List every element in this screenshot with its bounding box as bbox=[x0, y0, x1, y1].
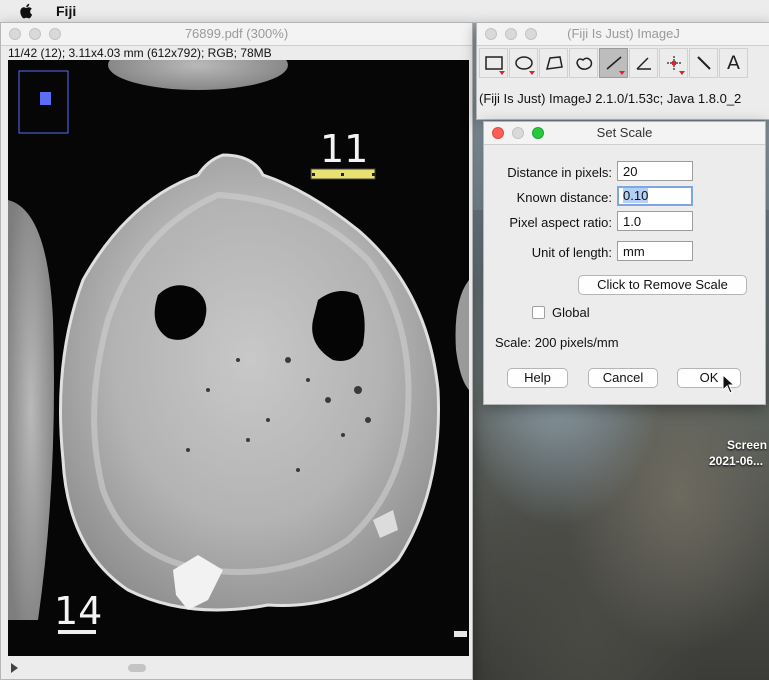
help-button[interactable]: Help bbox=[507, 368, 568, 388]
global-checkbox[interactable] bbox=[532, 306, 545, 319]
text-tool-icon[interactable]: A bbox=[719, 48, 748, 78]
set-scale-dialog: Set Scale Distance in pixels: 20 Known d… bbox=[483, 121, 766, 405]
line-tool-icon[interactable] bbox=[599, 48, 628, 78]
freehand-tool-icon[interactable] bbox=[569, 48, 598, 78]
scale-readout: Scale: 200 pixels/mm bbox=[495, 335, 619, 350]
distance-label: Distance in pixels: bbox=[507, 165, 612, 180]
desktop-file-label[interactable]: Screen bbox=[727, 438, 767, 452]
minimize-button[interactable] bbox=[29, 28, 41, 40]
point-tool-icon[interactable] bbox=[659, 48, 688, 78]
text-tool-glyph: A bbox=[727, 52, 740, 74]
window-controls bbox=[485, 28, 537, 40]
global-label: Global bbox=[552, 305, 590, 320]
apple-menu-icon[interactable] bbox=[20, 3, 34, 19]
cancel-button[interactable]: Cancel bbox=[588, 368, 658, 388]
distance-value: 20 bbox=[623, 164, 638, 179]
image-window-title: 76899.pdf (300%) bbox=[184, 26, 289, 41]
specimen-image bbox=[8, 60, 469, 656]
distance-in-pixels-field[interactable]: 20 bbox=[617, 161, 693, 181]
image-window-titlebar[interactable]: 76899.pdf (300%) bbox=[1, 23, 472, 46]
rectangle-tool-icon[interactable] bbox=[479, 48, 508, 78]
angle-tool-icon[interactable] bbox=[629, 48, 658, 78]
window-controls bbox=[492, 127, 544, 139]
aspect-ratio-label: Pixel aspect ratio: bbox=[509, 215, 612, 230]
menu-bar: Fiji bbox=[0, 0, 769, 23]
unit-of-length-field[interactable]: mm bbox=[617, 241, 693, 261]
zoom-button[interactable] bbox=[49, 28, 61, 40]
close-button[interactable] bbox=[492, 127, 504, 139]
window-controls bbox=[9, 28, 61, 40]
known-distance-label: Known distance: bbox=[516, 190, 612, 205]
polygon-tool-icon[interactable] bbox=[539, 48, 568, 78]
aspect-ratio-value: 1.0 bbox=[623, 214, 642, 229]
image-info-bar: 11/42 (12); 3.11x4.03 mm (612x792); RGB;… bbox=[1, 46, 472, 61]
wand-tool-icon[interactable] bbox=[689, 48, 718, 78]
zoom-button[interactable] bbox=[525, 28, 537, 40]
minimize-button[interactable] bbox=[505, 28, 517, 40]
dialog-titlebar[interactable]: Set Scale bbox=[484, 122, 765, 145]
pixel-aspect-ratio-field[interactable]: 1.0 bbox=[617, 211, 693, 231]
desktop-file-date[interactable]: 2021-06... bbox=[709, 454, 763, 468]
tool-palette: A bbox=[477, 46, 769, 78]
app-menu-fiji[interactable]: Fiji bbox=[56, 3, 76, 19]
specimen-label-top: 11 bbox=[320, 127, 369, 171]
imagej-window-title: (Fiji Is Just) ImageJ bbox=[567, 26, 680, 41]
imagej-titlebar[interactable]: (Fiji Is Just) ImageJ bbox=[477, 23, 769, 46]
unit-label: Unit of length: bbox=[531, 245, 612, 260]
close-button[interactable] bbox=[485, 28, 497, 40]
mouse-pointer-icon bbox=[722, 374, 736, 394]
image-canvas[interactable]: 11 14 bbox=[8, 60, 469, 656]
unit-value: mm bbox=[623, 244, 645, 259]
horizontal-scrollbar[interactable] bbox=[8, 661, 469, 675]
known-distance-field[interactable]: 0.10 bbox=[617, 186, 693, 206]
zoom-button[interactable] bbox=[532, 127, 544, 139]
specimen-label-bottom: 14 bbox=[54, 589, 103, 633]
imagej-toolbar-window: (Fiji Is Just) ImageJ A (Fiji Is Just) I… bbox=[476, 22, 769, 120]
remove-scale-button[interactable]: Click to Remove Scale bbox=[578, 275, 747, 295]
scroll-left-icon[interactable] bbox=[11, 663, 18, 673]
scroll-thumb[interactable] bbox=[128, 664, 146, 672]
oval-tool-icon[interactable] bbox=[509, 48, 538, 78]
known-distance-value: 0.10 bbox=[623, 188, 649, 203]
minimize-button[interactable] bbox=[512, 127, 524, 139]
image-window: 76899.pdf (300%) 11/42 (12); 3.11x4.03 m… bbox=[0, 22, 473, 680]
imagej-status-bar: (Fiji Is Just) ImageJ 2.1.0/1.53c; Java … bbox=[479, 91, 742, 106]
close-button[interactable] bbox=[9, 28, 21, 40]
dialog-title: Set Scale bbox=[596, 125, 653, 140]
